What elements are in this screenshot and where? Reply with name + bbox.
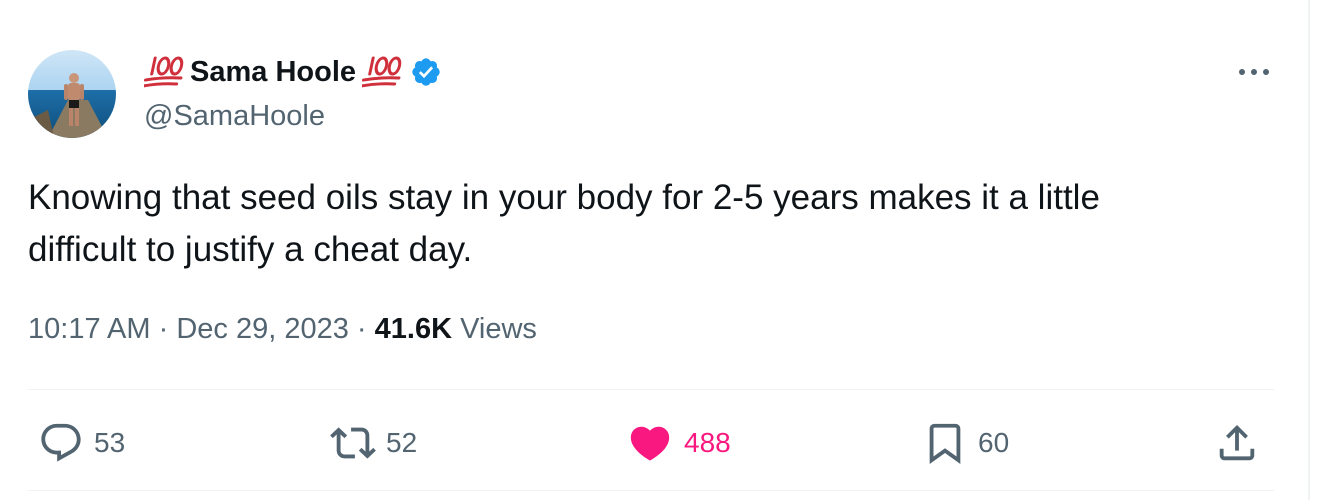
repost-button[interactable]: 52 bbox=[330, 420, 417, 466]
repost-count: 52 bbox=[386, 427, 418, 458]
tweet-date[interactable]: Dec 29, 2023 bbox=[176, 313, 349, 345]
share-upload-icon bbox=[1219, 424, 1255, 461]
share-button[interactable] bbox=[1214, 420, 1260, 466]
reply-button[interactable]: 53 bbox=[38, 420, 125, 466]
bookmark-count: 60 bbox=[978, 427, 1010, 458]
tweet-text: Knowing that seed oils stay in your body… bbox=[28, 172, 1278, 276]
author-handle[interactable]: @SamaHoole bbox=[144, 100, 325, 133]
more-horizontal-icon bbox=[1239, 69, 1269, 75]
views-count: 41.6K bbox=[374, 313, 453, 345]
hundred-points-emoji-icon bbox=[141, 54, 184, 90]
bookmark-icon bbox=[929, 423, 961, 464]
tweet-text-line: difficult to justify a cheat day. bbox=[28, 230, 473, 269]
repost-arrows-icon bbox=[330, 427, 376, 459]
like-count: 488 bbox=[684, 427, 731, 458]
divider bbox=[28, 389, 1274, 390]
reply-count: 53 bbox=[94, 427, 126, 458]
more-options-button[interactable] bbox=[1232, 58, 1276, 86]
bookmark-button[interactable]: 60 bbox=[922, 420, 1009, 466]
tweet-time[interactable]: 10:17 AM bbox=[28, 313, 151, 345]
timeline-column-border bbox=[1308, 0, 1310, 500]
heart-filled-icon bbox=[630, 426, 670, 461]
views-label: Views bbox=[460, 313, 537, 345]
like-button[interactable]: 488 bbox=[626, 420, 731, 466]
hundred-points-emoji-icon bbox=[359, 54, 402, 90]
reply-bubble-icon bbox=[41, 423, 81, 462]
meta-separator: · bbox=[158, 313, 169, 345]
tweet-text-line: Knowing that seed oils stay in your body… bbox=[28, 178, 1100, 217]
divider bbox=[28, 490, 1274, 491]
verified-badge-icon[interactable] bbox=[410, 56, 442, 88]
author-display-name[interactable]: Sama Hoole bbox=[190, 56, 356, 89]
avatar[interactable] bbox=[28, 50, 116, 138]
meta-separator: · bbox=[356, 313, 367, 345]
tweet-metadata: 10:17 AM · Dec 29, 2023 · 41.6K Views bbox=[28, 313, 537, 346]
avatar-image bbox=[28, 50, 116, 138]
author-name-row[interactable]: Sama Hoole bbox=[141, 52, 442, 92]
